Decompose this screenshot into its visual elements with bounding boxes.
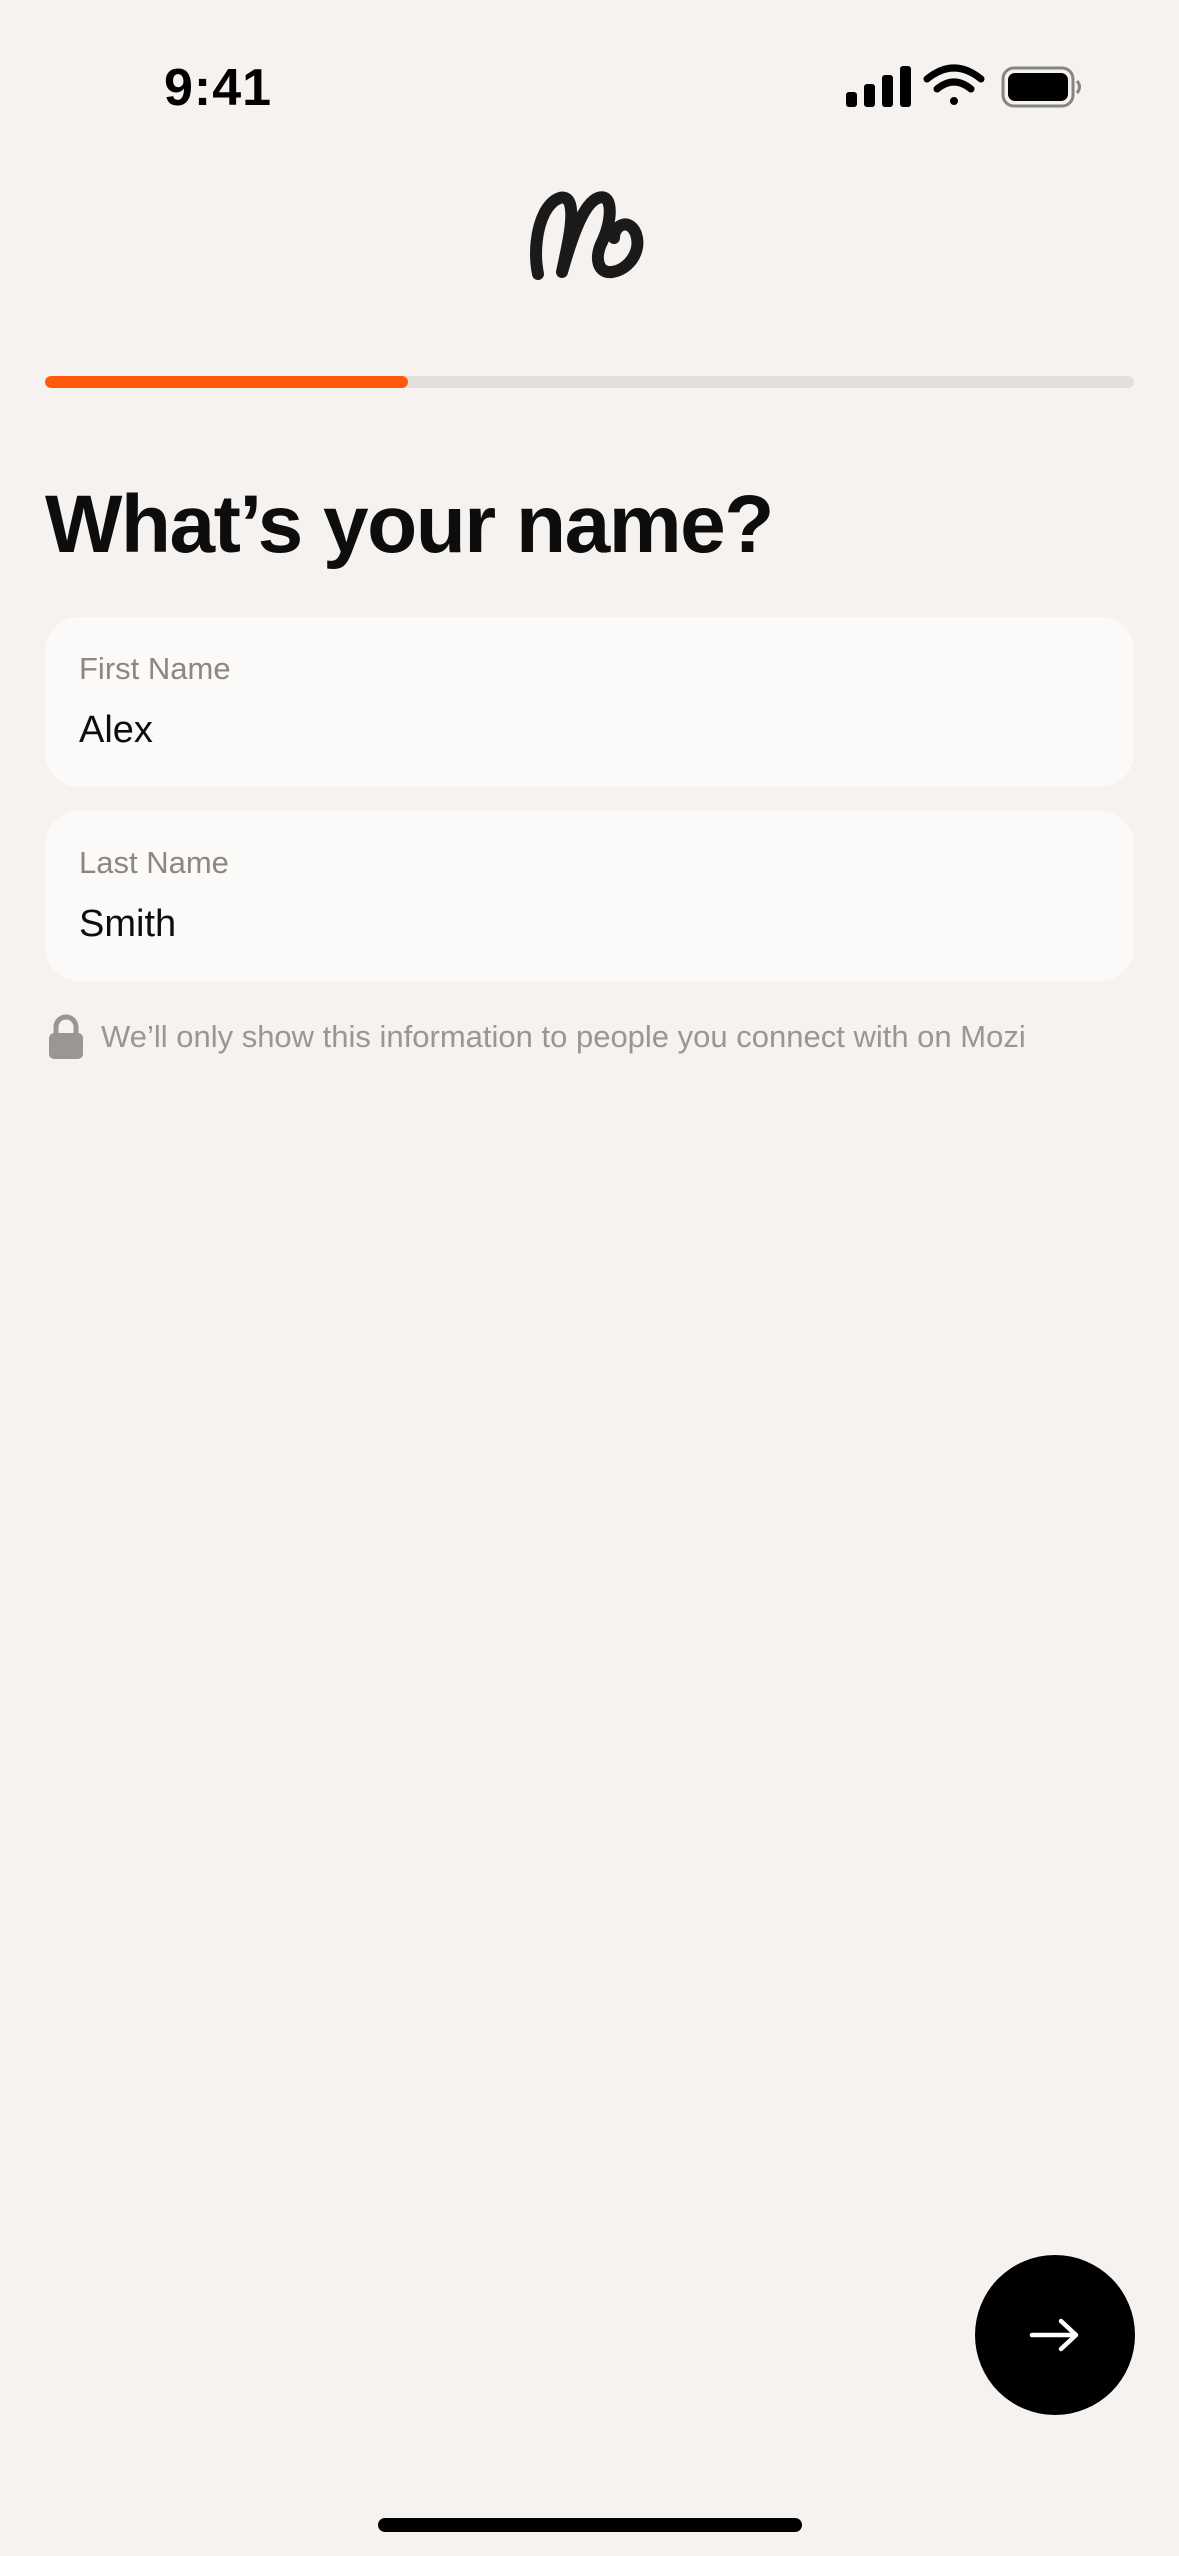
onboarding-progress-bar [45, 376, 1134, 388]
last-name-input[interactable]: Smith [79, 899, 176, 949]
lock-icon [49, 1014, 83, 1059]
privacy-text: We’ll only show this information to peop… [101, 1019, 1026, 1054]
first-name-field[interactable]: First Name Alex [45, 617, 1134, 787]
wifi-icon [923, 64, 985, 105]
privacy-note: We’ll only show this information to peop… [45, 1012, 1026, 1062]
last-name-label: Last Name [79, 845, 229, 880]
cellular-signal-icon [846, 66, 911, 107]
page-title: What’s your name? [45, 479, 774, 570]
status-bar: 9:41 [0, 0, 1179, 150]
arrow-right-icon [1029, 2318, 1079, 2352]
progress-fill [45, 376, 408, 388]
next-button[interactable] [975, 2255, 1135, 2415]
first-name-input[interactable]: Alex [79, 705, 153, 755]
status-time: 9:41 [164, 59, 273, 117]
first-name-label: First Name [79, 651, 231, 686]
mozi-script-logo-icon [530, 191, 644, 280]
last-name-field[interactable]: Last Name Smith [45, 811, 1134, 981]
status-icons [846, 64, 1081, 108]
home-indicator [378, 2518, 802, 2532]
battery-icon [1001, 66, 1081, 108]
